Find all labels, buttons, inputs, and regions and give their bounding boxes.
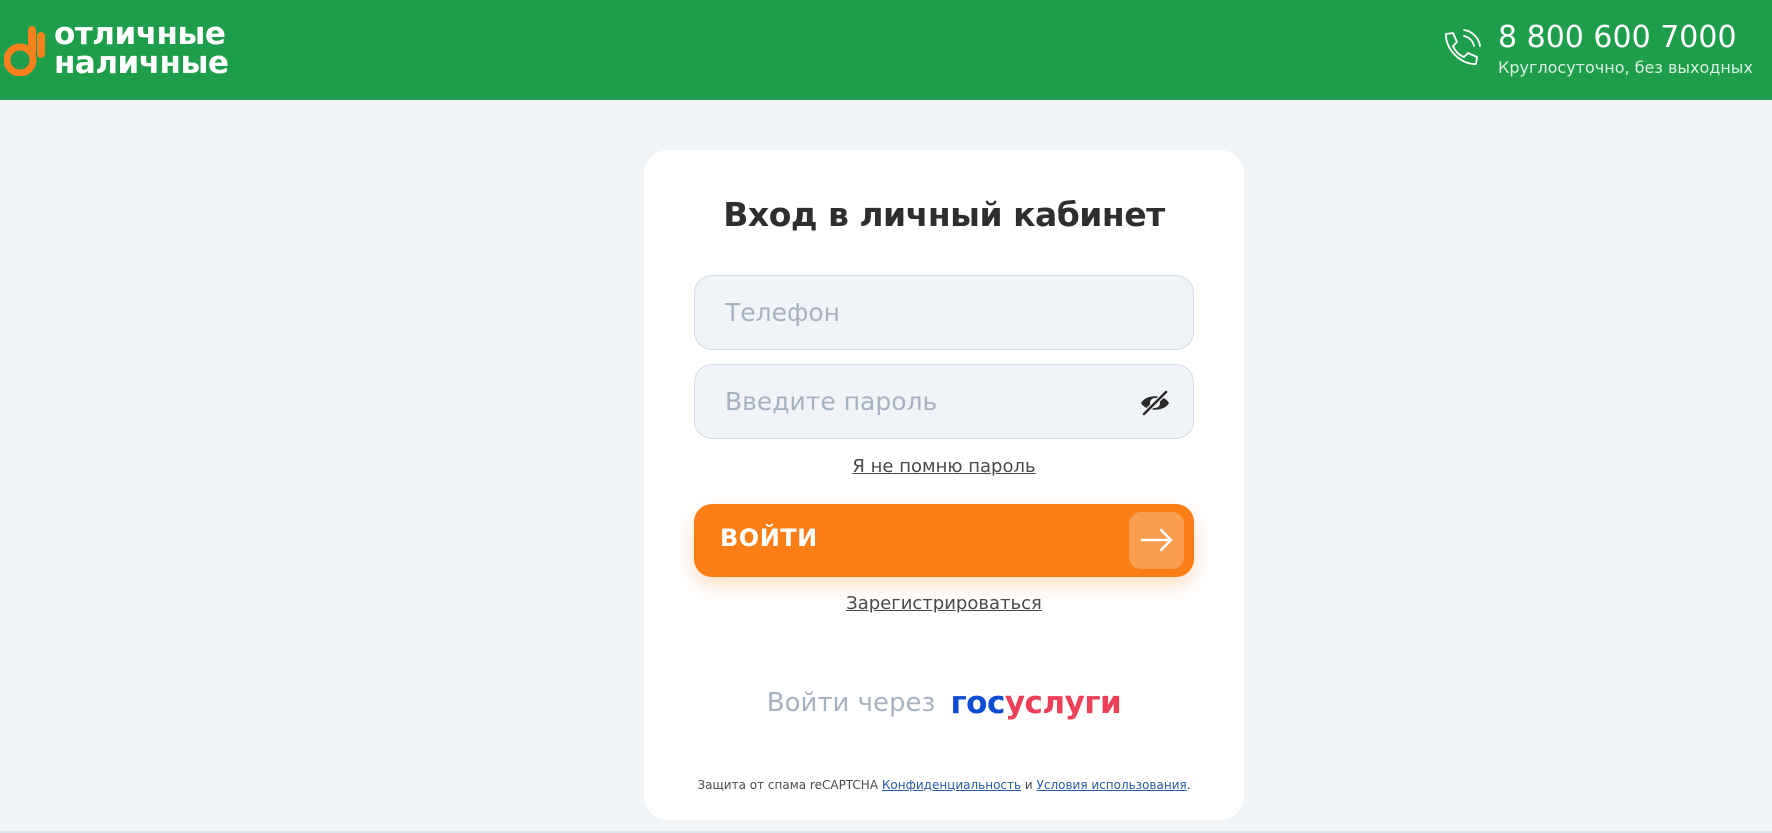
login-arrow-box — [1129, 512, 1184, 569]
password-field — [694, 364, 1194, 439]
password-input[interactable] — [695, 365, 1193, 438]
register-link[interactable]: Зарегистрироваться — [846, 593, 1042, 614]
recaptcha-text: Защита от спама reCAPTCHA — [697, 778, 879, 792]
phone-icon — [1445, 29, 1481, 65]
privacy-link[interactable]: Конфиденциальность — [882, 778, 1021, 792]
phone-field — [694, 275, 1194, 350]
gosuslugi-login: Войти через госуслуги — [644, 685, 1244, 725]
page-title: Вход в личный кабинет — [723, 195, 1165, 234]
login-button-label: ВОЙТИ — [720, 524, 818, 552]
forgot-password-link[interactable]: Я не помню пароль — [852, 456, 1035, 477]
brand-logo[interactable]: отличные наличные — [4, 19, 244, 81]
gosuslugi-logo-button[interactable]: госуслуги — [950, 685, 1121, 721]
register-container: Зарегистрироваться — [644, 593, 1244, 614]
site-header: отличные наличные 8 800 600 7000 Круглос… — [0, 0, 1772, 100]
recaptcha-notice: Защита от спама reCAPTCHA Конфиденциальн… — [644, 778, 1244, 792]
brand-logo-text: отличные наличные — [54, 19, 229, 81]
recaptcha-and: и — [1024, 778, 1033, 792]
phone-hours: Круглосуточно, без выходных — [1498, 58, 1753, 77]
brand-logo-line2: наличные — [54, 45, 229, 81]
terms-link[interactable]: Условия использования — [1037, 778, 1187, 792]
phone-input[interactable] — [695, 276, 1193, 349]
ok-hand-icon — [4, 26, 45, 76]
phone-number[interactable]: 8 800 600 7000 — [1498, 20, 1737, 56]
forgot-password-container: Я не помню пароль — [644, 456, 1244, 477]
arrow-right-icon — [1140, 528, 1173, 552]
login-button[interactable]: ВОЙТИ — [694, 504, 1194, 577]
gosuslugi-prefix: Войти через — [766, 688, 936, 718]
contact-phone-block: 8 800 600 7000 Круглосуточно, без выходн… — [1438, 18, 1758, 82]
login-card: Вход в личный кабинет Я не помню пароль … — [644, 150, 1244, 820]
gosuslugi-logo-part2: услуги — [1004, 685, 1122, 721]
recaptcha-period: . — [1186, 778, 1191, 792]
eye-slash-icon[interactable] — [1139, 389, 1171, 417]
gosuslugi-logo-part1: гос — [950, 685, 1005, 721]
